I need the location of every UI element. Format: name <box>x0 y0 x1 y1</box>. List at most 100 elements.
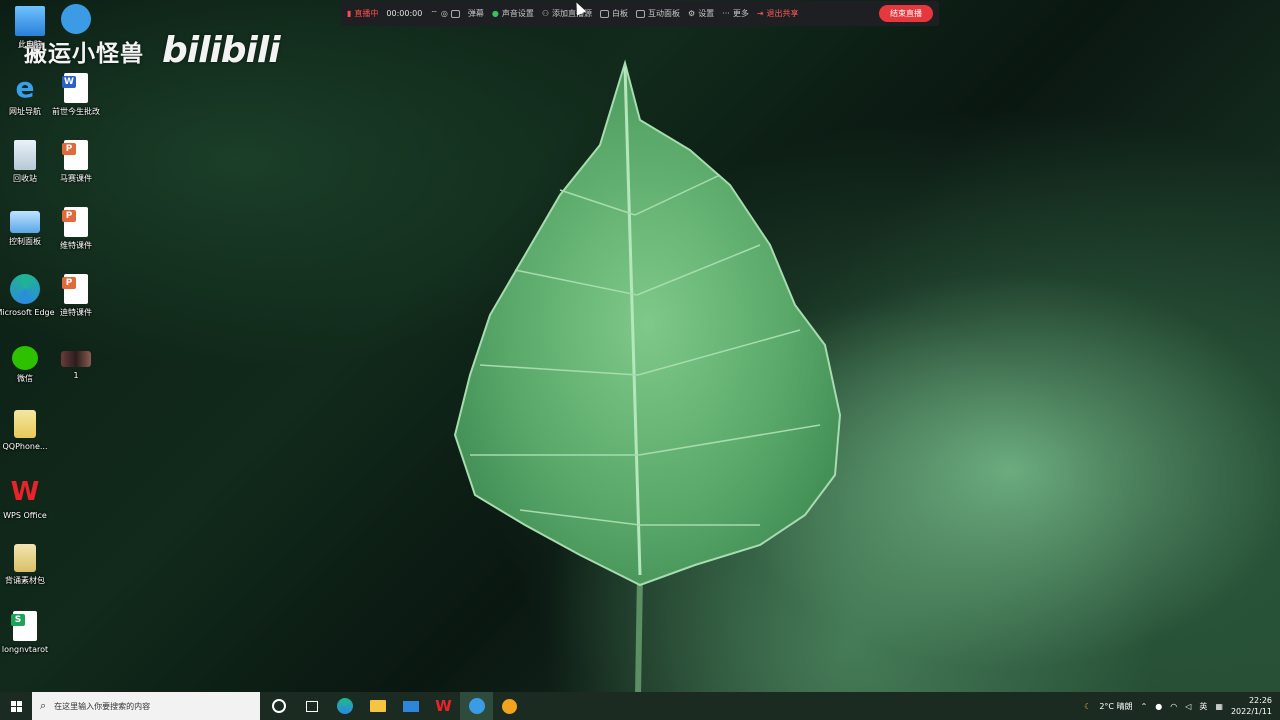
live-timer: 00:00:00 <box>386 9 423 18</box>
desktop-icon-ppt-2[interactable]: P 维特课件 <box>46 207 106 251</box>
settings-button[interactable]: ⚙ 设置 <box>688 8 714 19</box>
taskbar: ⌕ 在这里输入你要搜索的内容 W ☾ 2°C 晴朗 ⌃ ● ◠ ◁ 英 ▦ 22… <box>0 692 1280 720</box>
telegram-icon <box>468 698 485 714</box>
taskbar-clock[interactable]: 22:26 2022/1/11 <box>1231 695 1272 717</box>
wifi-icon: ⌔ <box>430 8 438 18</box>
taskbar-file-explorer-button[interactable] <box>361 692 394 720</box>
spreadsheet-icon: S <box>10 611 40 641</box>
bilibili-logo: bilibili <box>162 30 281 71</box>
toolbar-status-icons: ⌔ ◎ <box>430 9 460 19</box>
icon-label: longnvtarot <box>1 645 49 654</box>
settings-label: 设置 <box>698 9 715 18</box>
weather-desc: 晴朗 <box>1116 701 1133 711</box>
chat-icon <box>636 9 646 18</box>
weather-widget[interactable]: 2°C 晴朗 <box>1099 701 1132 712</box>
desktop-icon-word-doc[interactable]: W 前世今生批改 <box>46 73 106 117</box>
desktop-icon-archive[interactable]: 背诵素材包 <box>0 544 55 586</box>
exit-share-label: 退出共享 <box>766 9 799 18</box>
ppt-icon: P <box>61 140 91 170</box>
icon-label: 此电脑 <box>18 40 42 49</box>
desktop-icon-qqphone[interactable]: QQPhone... <box>0 410 55 452</box>
end-live-button[interactable]: 结束直播 <box>879 5 933 22</box>
icon-label: 迪特课件 <box>60 308 92 317</box>
sound-settings-label: 声音设置 <box>501 9 534 18</box>
cortana-button[interactable] <box>262 692 295 720</box>
task-view-icon <box>305 700 318 712</box>
archive-icon <box>14 544 36 572</box>
taskbar-wps-button[interactable]: W <box>427 692 460 720</box>
task-view-button[interactable] <box>295 692 328 720</box>
ime-indicator[interactable]: 英 <box>1199 701 1207 712</box>
clock-date: 2022/1/11 <box>1230 707 1272 716</box>
people-icon: ⚇ <box>541 9 550 18</box>
folder-icon <box>14 410 36 438</box>
recycle-bin-icon <box>14 140 36 170</box>
wechat-icon <box>12 346 38 370</box>
icon-label: 前世今生批改 <box>52 107 100 116</box>
live-status: ▮ 直播中 <box>347 8 378 19</box>
camera-icon <box>450 9 460 18</box>
wps-icon: W <box>435 697 452 715</box>
image-icon <box>61 351 91 367</box>
icon-label: 马赛课件 <box>60 174 92 183</box>
search-icon: ⌕ <box>40 699 47 712</box>
microphone-icon: ● <box>491 9 499 18</box>
edge-icon <box>10 274 40 304</box>
microphone-icon[interactable]: ● <box>1155 702 1162 711</box>
weather-temp: 2°C <box>1099 701 1115 711</box>
whiteboard-label: 白板 <box>612 9 629 18</box>
start-button[interactable] <box>0 692 32 720</box>
search-placeholder: 在这里输入你要搜索的内容 <box>54 701 151 711</box>
icon-label: QQPhone... <box>2 442 48 451</box>
edge-icon <box>336 698 353 714</box>
orange-app-icon <box>502 698 517 714</box>
leaf-wallpaper-image <box>430 55 870 696</box>
show-hidden-icons-chevron-icon[interactable]: ⌃ <box>1141 702 1148 711</box>
sound-settings-button[interactable]: ● 声音设置 <box>492 8 534 19</box>
icon-label: 背诵素材包 <box>5 576 45 585</box>
folder-icon <box>369 700 386 712</box>
telegram-icon <box>61 4 91 34</box>
taskbar-app-orange-button[interactable] <box>493 692 526 720</box>
input-keyboard-icon[interactable]: ▦ <box>1215 702 1223 711</box>
live-status-label: 直播中 <box>354 9 379 18</box>
whiteboard-button[interactable]: 白板 <box>600 8 628 19</box>
windows-logo-icon <box>10 700 22 712</box>
interactive-label: 互动面板 <box>648 9 681 18</box>
desktop-icon-ppt-3[interactable]: P 迪特课件 <box>46 274 106 318</box>
danmaku-button[interactable]: 弹幕 <box>468 8 484 19</box>
mic-status-icon: ◎ <box>440 9 448 18</box>
cortana-circle-icon <box>271 699 286 713</box>
clock-time: 22:26 <box>1248 696 1272 705</box>
taskbar-mail-button[interactable] <box>394 692 427 720</box>
more-dots-icon: ··· <box>722 9 730 18</box>
network-icon[interactable]: ◠ <box>1170 702 1177 711</box>
desktop-icon-wps[interactable]: W WPS Office <box>0 477 55 521</box>
mail-icon <box>402 700 419 712</box>
desktop-icon-image[interactable]: 1 <box>46 343 106 381</box>
taskbar-search-box[interactable]: ⌕ 在这里输入你要搜索的内容 <box>32 692 260 720</box>
exit-share-button[interactable]: ⇥ 退出共享 <box>757 8 799 19</box>
more-label: 更多 <box>732 9 749 18</box>
danmaku-label: 弹幕 <box>467 9 484 18</box>
ppt-icon: P <box>61 207 91 237</box>
live-share-toolbar: ▮ 直播中 00:00:00 ⌔ ◎ 弹幕 ● 声音设置 ⚇ 添加直播源 白板 … <box>341 1 939 26</box>
exit-icon: ⇥ <box>756 9 764 18</box>
more-button[interactable]: ··· 更多 <box>722 8 749 19</box>
word-doc-icon: W <box>61 73 91 103</box>
interactive-panel-button[interactable]: 互动面板 <box>636 8 680 19</box>
control-panel-icon <box>10 211 40 233</box>
gear-icon: ⚙ <box>688 9 696 18</box>
taskbar-telegram-button[interactable] <box>460 692 493 720</box>
this-pc-icon <box>15 6 45 36</box>
ie-icon: e <box>15 71 35 104</box>
volume-icon[interactable]: ◁ <box>1185 702 1191 711</box>
moon-weather-icon: ☾ <box>1084 701 1092 711</box>
icon-label: 维特课件 <box>60 241 92 250</box>
taskbar-edge-button[interactable] <box>328 692 361 720</box>
desktop-icon-ppt-1[interactable]: P 马赛课件 <box>46 140 106 184</box>
desktop-icon-spreadsheet[interactable]: S longnvtarot <box>0 611 55 655</box>
system-tray: ☾ 2°C 晴朗 ⌃ ● ◠ ◁ 英 ▦ 22:26 2022/1/11 <box>1084 695 1280 717</box>
desktop-icon-telegram[interactable] <box>46 4 106 37</box>
ppt-icon: P <box>61 274 91 304</box>
